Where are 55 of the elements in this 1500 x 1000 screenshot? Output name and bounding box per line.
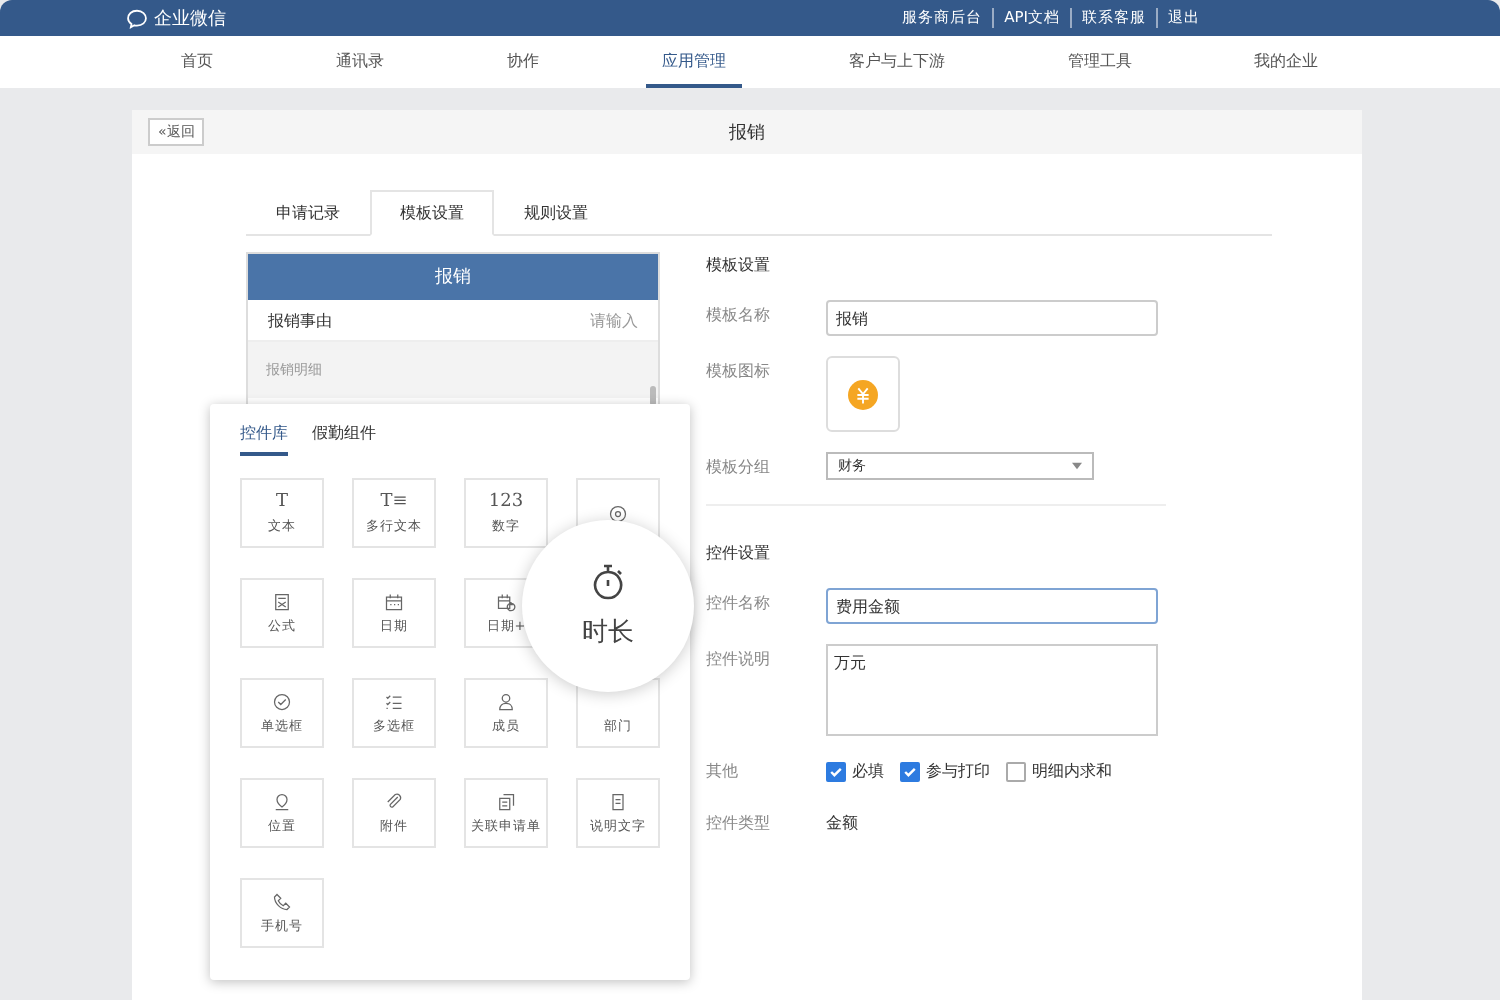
tab[interactable]: 申请记录 (246, 190, 370, 236)
formula-icon (272, 591, 292, 611)
nav-item[interactable]: 通讯录 (320, 36, 401, 88)
coin-icon (848, 379, 878, 409)
widget-glyph: 123 (488, 491, 524, 511)
checkmark-icon (902, 764, 918, 780)
nav-item[interactable]: 我的企业 (1238, 36, 1335, 88)
caret-icon (1072, 462, 1082, 470)
paperclip-icon (384, 791, 404, 811)
form-label: 控件名称 (706, 592, 772, 616)
checkbox[interactable]: 明细内求和 (1006, 756, 1112, 788)
nav-item[interactable]: 协作 (491, 36, 556, 88)
stopwatch-icon (588, 562, 628, 602)
field-label: 报销事由 (268, 309, 332, 331)
input-field[interactable]: 费用金额 (826, 588, 1158, 624)
documents-icon (496, 791, 516, 811)
nav-item[interactable]: 应用管理 (645, 36, 742, 88)
tab[interactable]: 模板设置 (370, 190, 494, 236)
nav-item[interactable]: 客户与上下游 (832, 36, 961, 88)
note-icon (608, 791, 628, 811)
form-label: 模板分组 (706, 456, 772, 480)
section-title: 模板设置 (706, 254, 772, 276)
checkbox[interactable]: 必填 (826, 756, 884, 788)
checkbox[interactable]: 参与打印 (900, 756, 990, 788)
logo-text: 企业微信 (154, 7, 226, 31)
icon-picker[interactable] (826, 356, 900, 432)
location-pin-icon (272, 791, 292, 811)
person-icon (496, 691, 516, 711)
phone-icon (272, 891, 292, 911)
calendar-icon (384, 591, 404, 611)
section-title: 控件设置 (706, 542, 772, 564)
radio-icon (608, 503, 628, 523)
calendar-clock-icon (496, 591, 516, 611)
field-placeholder: 请输入 (590, 309, 638, 331)
widget-label: 时长 (582, 616, 634, 650)
tab[interactable]: 规则设置 (494, 190, 618, 236)
panel-tab[interactable]: 假勤组件 (312, 422, 376, 456)
widget-glyph: T≡ (380, 491, 408, 511)
panel-tab[interactable]: 控件库 (240, 422, 288, 456)
checklist-icon (384, 691, 404, 711)
form-label: 其他 (706, 760, 740, 784)
form-label: 控件类型 (706, 812, 772, 836)
input-field[interactable]: 报销 (826, 300, 1158, 336)
nav-item[interactable]: 首页 (165, 36, 230, 88)
form-label: 控件说明 (706, 648, 772, 672)
checkmark-icon (828, 764, 844, 780)
control-type-value: 金额 (826, 812, 858, 836)
nav-item[interactable]: 管理工具 (1051, 36, 1148, 88)
form-label: 模板图标 (706, 360, 772, 384)
description-field[interactable]: 万元 (826, 644, 1158, 736)
preview-title: 报销 (435, 265, 471, 290)
form-label: 模板名称 (706, 304, 772, 328)
widget-glyph: T (275, 491, 288, 511)
chat-bubble-icon (126, 7, 148, 29)
page-title: 报销 (729, 121, 765, 145)
